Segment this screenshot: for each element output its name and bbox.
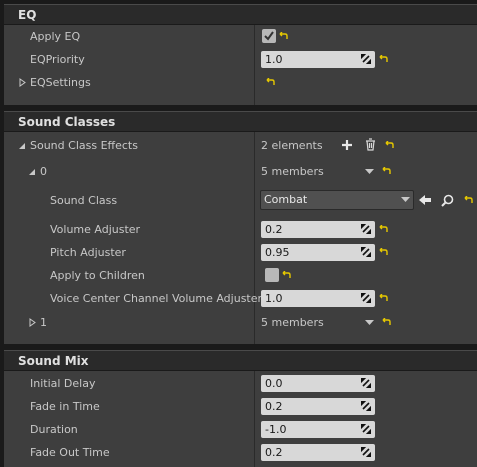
apply-eq-checkbox[interactable] xyxy=(262,29,276,43)
sound-classes-category-header[interactable]: Sound Classes xyxy=(4,111,477,131)
pitch-adjuster-input[interactable]: 0.95 xyxy=(261,244,375,261)
trash-icon[interactable] xyxy=(365,138,376,151)
reset-to-default-icon[interactable] xyxy=(379,294,388,303)
initial-delay-row: Initial Delay 0.0 xyxy=(4,372,477,395)
drag-grip-icon[interactable] xyxy=(361,378,371,388)
initial-delay-input[interactable]: 0.0 xyxy=(261,375,375,392)
sound-class-label: Sound Class xyxy=(50,194,118,207)
drag-grip-icon[interactable] xyxy=(361,54,371,64)
element-1-index: 1 xyxy=(40,316,47,329)
collapse-arrow-icon[interactable] xyxy=(18,142,26,150)
drag-grip-icon[interactable] xyxy=(361,424,371,434)
volume-adjuster-input[interactable]: 0.2 xyxy=(261,221,375,238)
fade-out-input[interactable]: 0.2 xyxy=(261,444,375,461)
reset-to-default-icon[interactable] xyxy=(282,271,291,280)
apply-to-children-label: Apply to Children xyxy=(50,269,145,282)
pitch-adjuster-value: 0.95 xyxy=(265,246,290,259)
duration-label: Duration xyxy=(30,423,78,436)
initial-delay-value: 0.0 xyxy=(265,377,283,390)
element-1-members: 5 members xyxy=(261,316,324,329)
eq-settings-label: EQSettings xyxy=(30,76,91,89)
eq-category-header[interactable]: EQ xyxy=(4,4,477,24)
use-selected-arrow-icon[interactable] xyxy=(418,194,432,206)
reset-to-default-icon[interactable] xyxy=(379,225,388,234)
collapse-arrow-icon[interactable] xyxy=(28,168,36,176)
voice-center-row: Voice Center Channel Volume Adjuster 1.0 xyxy=(4,287,477,310)
add-element-icon[interactable] xyxy=(341,139,353,151)
chevron-down-icon[interactable] xyxy=(401,197,410,203)
sound-class-effects-row: Sound Class Effects 2 elements xyxy=(4,134,477,157)
drag-grip-icon[interactable] xyxy=(361,224,371,234)
voice-center-value: 1.0 xyxy=(265,292,283,305)
reset-to-default-icon[interactable] xyxy=(382,318,391,327)
eq-header-title: EQ xyxy=(18,8,37,22)
checkmark-icon xyxy=(264,31,274,41)
fade-in-label: Fade in Time xyxy=(30,400,100,413)
sound-class-row: Sound Class Combat xyxy=(4,188,477,213)
reset-to-default-icon[interactable] xyxy=(279,32,288,41)
reset-to-default-icon[interactable] xyxy=(379,55,388,64)
fade-out-value: 0.2 xyxy=(265,446,283,459)
expand-arrow-icon[interactable] xyxy=(29,318,36,327)
initial-delay-label: Initial Delay xyxy=(30,377,96,390)
chevron-down-icon[interactable] xyxy=(365,169,374,175)
apply-to-children-checkbox[interactable] xyxy=(265,268,279,282)
element-1-row: 1 5 members xyxy=(4,311,477,334)
fade-out-row: Fade Out Time 0.2 xyxy=(4,441,477,464)
apply-eq-label: Apply EQ xyxy=(30,30,81,43)
volume-adjuster-row: Volume Adjuster 0.2 xyxy=(4,218,477,241)
reset-to-default-icon[interactable] xyxy=(379,248,388,257)
reset-to-default-icon[interactable] xyxy=(266,78,275,87)
expand-arrow-icon[interactable] xyxy=(19,78,26,87)
sound-class-effects-label: Sound Class Effects xyxy=(30,139,138,152)
drag-grip-icon[interactable] xyxy=(361,401,371,411)
volume-adjuster-label: Volume Adjuster xyxy=(50,223,141,236)
elements-count: 2 elements xyxy=(261,139,323,152)
duration-value: -1.0 xyxy=(265,423,287,436)
pitch-adjuster-row: Pitch Adjuster 0.95 xyxy=(4,241,477,264)
sound-class-combo[interactable]: Combat xyxy=(260,190,414,210)
drag-grip-icon[interactable] xyxy=(361,447,371,457)
fade-in-row: Fade in Time 0.2 xyxy=(4,395,477,418)
voice-center-label: Voice Center Channel Volume Adjuster xyxy=(50,292,263,305)
duration-row: Duration -1.0 xyxy=(4,418,477,441)
drag-grip-icon[interactable] xyxy=(361,247,371,257)
search-icon[interactable] xyxy=(441,194,454,207)
eq-priority-label: EQPriority xyxy=(30,53,85,66)
eq-priority-value: 1.0 xyxy=(265,53,283,66)
drag-grip-icon[interactable] xyxy=(361,293,371,303)
sound-mix-header-title: Sound Mix xyxy=(18,354,89,368)
element-0-index: 0 xyxy=(40,165,47,178)
sound-classes-header-title: Sound Classes xyxy=(18,115,116,129)
duration-input[interactable]: -1.0 xyxy=(261,421,375,438)
apply-eq-row: Apply EQ xyxy=(4,25,477,48)
fade-out-label: Fade Out Time xyxy=(30,446,110,459)
fade-in-value: 0.2 xyxy=(265,400,283,413)
eq-priority-input[interactable]: 1.0 xyxy=(261,51,375,68)
pitch-adjuster-label: Pitch Adjuster xyxy=(50,246,126,259)
sound-class-value: Combat xyxy=(264,193,308,206)
reset-to-default-icon[interactable] xyxy=(464,196,473,205)
volume-adjuster-value: 0.2 xyxy=(265,223,283,236)
element-0-row: 0 5 members xyxy=(4,160,477,183)
voice-center-input[interactable]: 1.0 xyxy=(261,290,375,307)
apply-to-children-row: Apply to Children xyxy=(4,264,477,287)
sound-mix-category-header[interactable]: Sound Mix xyxy=(4,350,477,370)
eq-priority-row: EQPriority 1.0 xyxy=(4,48,477,71)
eq-settings-row: EQSettings xyxy=(4,71,477,94)
reset-to-default-icon[interactable] xyxy=(385,141,394,150)
reset-to-default-icon[interactable] xyxy=(382,167,391,176)
fade-in-input[interactable]: 0.2 xyxy=(261,398,375,415)
chevron-down-icon[interactable] xyxy=(365,320,374,326)
element-0-members: 5 members xyxy=(261,165,324,178)
